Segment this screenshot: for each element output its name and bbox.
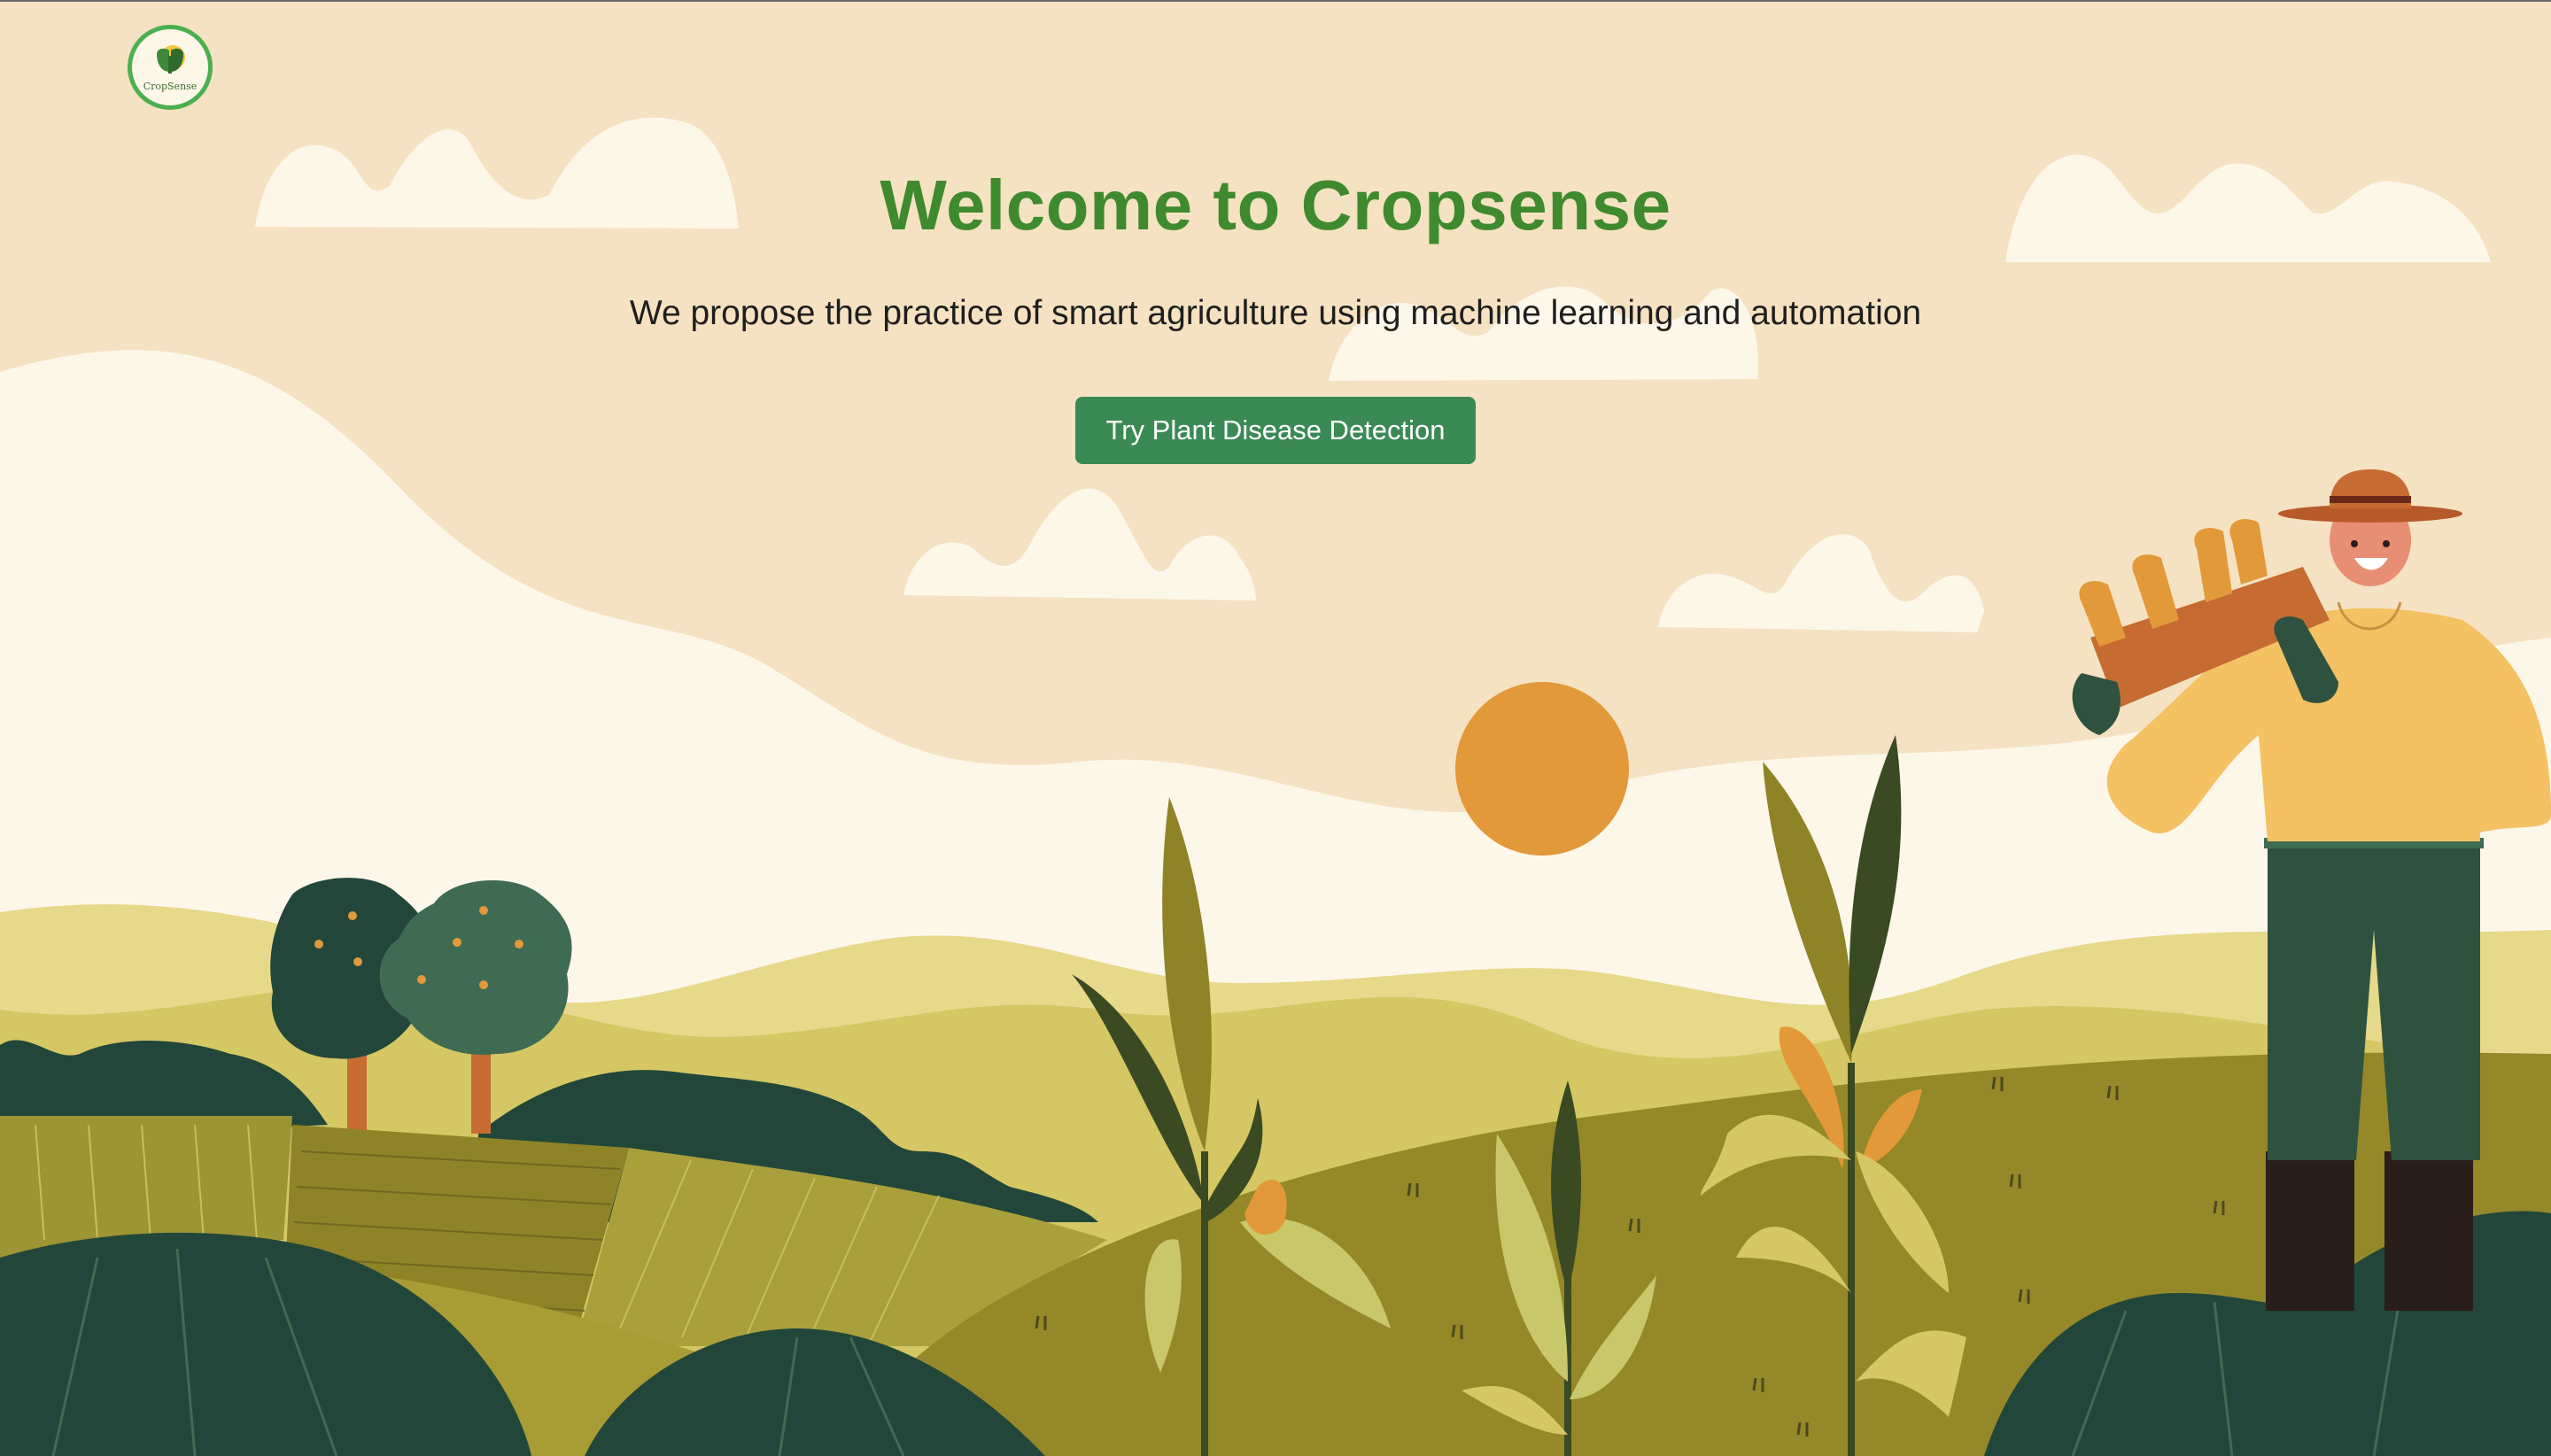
tree-trunk-2 bbox=[471, 1045, 491, 1134]
logo-leaf-icon bbox=[157, 45, 185, 74]
try-plant-disease-detection-button[interactable]: Try Plant Disease Detection bbox=[1075, 397, 1476, 464]
cloud-3 bbox=[903, 488, 1256, 600]
sun bbox=[1455, 682, 1629, 856]
logo-text: CropSense bbox=[143, 81, 198, 92]
page-title: Welcome to Cropsense bbox=[880, 166, 1671, 244]
page-subtitle: We propose the practice of smart agricul… bbox=[629, 294, 1922, 332]
cloud-4 bbox=[1658, 534, 1984, 632]
cropsense-logo[interactable]: CropSense bbox=[128, 25, 213, 110]
